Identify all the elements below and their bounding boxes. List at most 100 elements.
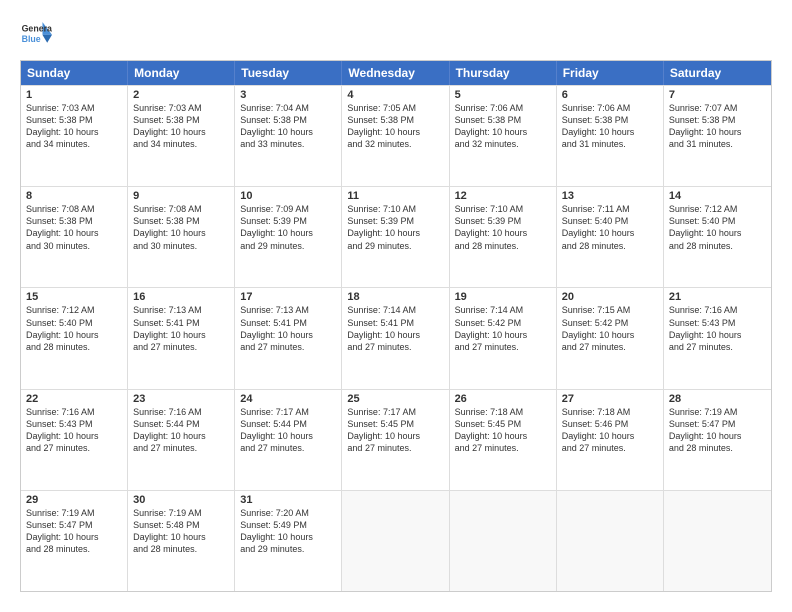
- table-row: 25Sunrise: 7:17 AM Sunset: 5:45 PM Dayli…: [342, 390, 449, 490]
- day-number: 3: [240, 89, 336, 101]
- table-row: 23Sunrise: 7:16 AM Sunset: 5:44 PM Dayli…: [128, 390, 235, 490]
- calendar-row-3: 15Sunrise: 7:12 AM Sunset: 5:40 PM Dayli…: [21, 287, 771, 388]
- day-number: 6: [562, 89, 658, 101]
- day-info: Sunrise: 7:10 AM Sunset: 5:39 PM Dayligh…: [347, 203, 443, 252]
- calendar-row-4: 22Sunrise: 7:16 AM Sunset: 5:43 PM Dayli…: [21, 389, 771, 490]
- table-row: 30Sunrise: 7:19 AM Sunset: 5:48 PM Dayli…: [128, 491, 235, 591]
- table-row: 15Sunrise: 7:12 AM Sunset: 5:40 PM Dayli…: [21, 288, 128, 388]
- day-number: 17: [240, 291, 336, 303]
- day-info: Sunrise: 7:03 AM Sunset: 5:38 PM Dayligh…: [133, 102, 229, 151]
- table-row: 18Sunrise: 7:14 AM Sunset: 5:41 PM Dayli…: [342, 288, 449, 388]
- header-saturday: Saturday: [664, 61, 771, 85]
- day-number: 30: [133, 494, 229, 506]
- calendar-row-5: 29Sunrise: 7:19 AM Sunset: 5:47 PM Dayli…: [21, 490, 771, 591]
- day-number: 1: [26, 89, 122, 101]
- day-number: 27: [562, 393, 658, 405]
- svg-text:Blue: Blue: [22, 34, 41, 44]
- table-row: 11Sunrise: 7:10 AM Sunset: 5:39 PM Dayli…: [342, 187, 449, 287]
- day-number: 9: [133, 190, 229, 202]
- day-info: Sunrise: 7:18 AM Sunset: 5:45 PM Dayligh…: [455, 406, 551, 455]
- day-info: Sunrise: 7:05 AM Sunset: 5:38 PM Dayligh…: [347, 102, 443, 151]
- table-row: 27Sunrise: 7:18 AM Sunset: 5:46 PM Dayli…: [557, 390, 664, 490]
- table-row: 4Sunrise: 7:05 AM Sunset: 5:38 PM Daylig…: [342, 86, 449, 186]
- day-info: Sunrise: 7:04 AM Sunset: 5:38 PM Dayligh…: [240, 102, 336, 151]
- day-number: 16: [133, 291, 229, 303]
- day-info: Sunrise: 7:19 AM Sunset: 5:47 PM Dayligh…: [26, 507, 122, 556]
- day-number: 15: [26, 291, 122, 303]
- day-info: Sunrise: 7:06 AM Sunset: 5:38 PM Dayligh…: [455, 102, 551, 151]
- table-row: 14Sunrise: 7:12 AM Sunset: 5:40 PM Dayli…: [664, 187, 771, 287]
- day-info: Sunrise: 7:16 AM Sunset: 5:44 PM Dayligh…: [133, 406, 229, 455]
- header-wednesday: Wednesday: [342, 61, 449, 85]
- day-number: 12: [455, 190, 551, 202]
- calendar-row-2: 8Sunrise: 7:08 AM Sunset: 5:38 PM Daylig…: [21, 186, 771, 287]
- day-info: Sunrise: 7:13 AM Sunset: 5:41 PM Dayligh…: [133, 304, 229, 353]
- day-number: 31: [240, 494, 336, 506]
- header: General Blue: [20, 20, 772, 48]
- day-info: Sunrise: 7:14 AM Sunset: 5:42 PM Dayligh…: [455, 304, 551, 353]
- header-thursday: Thursday: [450, 61, 557, 85]
- day-number: 2: [133, 89, 229, 101]
- day-number: 14: [669, 190, 766, 202]
- day-info: Sunrise: 7:12 AM Sunset: 5:40 PM Dayligh…: [669, 203, 766, 252]
- table-row: 13Sunrise: 7:11 AM Sunset: 5:40 PM Dayli…: [557, 187, 664, 287]
- day-number: 21: [669, 291, 766, 303]
- table-row: 9Sunrise: 7:08 AM Sunset: 5:38 PM Daylig…: [128, 187, 235, 287]
- table-row: 10Sunrise: 7:09 AM Sunset: 5:39 PM Dayli…: [235, 187, 342, 287]
- day-info: Sunrise: 7:13 AM Sunset: 5:41 PM Dayligh…: [240, 304, 336, 353]
- day-info: Sunrise: 7:16 AM Sunset: 5:43 PM Dayligh…: [669, 304, 766, 353]
- table-row: 3Sunrise: 7:04 AM Sunset: 5:38 PM Daylig…: [235, 86, 342, 186]
- day-number: 20: [562, 291, 658, 303]
- table-row: 16Sunrise: 7:13 AM Sunset: 5:41 PM Dayli…: [128, 288, 235, 388]
- day-number: 5: [455, 89, 551, 101]
- day-number: 28: [669, 393, 766, 405]
- day-info: Sunrise: 7:10 AM Sunset: 5:39 PM Dayligh…: [455, 203, 551, 252]
- table-row: 28Sunrise: 7:19 AM Sunset: 5:47 PM Dayli…: [664, 390, 771, 490]
- day-number: 24: [240, 393, 336, 405]
- table-row: 6Sunrise: 7:06 AM Sunset: 5:38 PM Daylig…: [557, 86, 664, 186]
- table-row: 7Sunrise: 7:07 AM Sunset: 5:38 PM Daylig…: [664, 86, 771, 186]
- day-number: 22: [26, 393, 122, 405]
- table-row: [664, 491, 771, 591]
- day-info: Sunrise: 7:12 AM Sunset: 5:40 PM Dayligh…: [26, 304, 122, 353]
- table-row: 20Sunrise: 7:15 AM Sunset: 5:42 PM Dayli…: [557, 288, 664, 388]
- table-row: 21Sunrise: 7:16 AM Sunset: 5:43 PM Dayli…: [664, 288, 771, 388]
- table-row: 26Sunrise: 7:18 AM Sunset: 5:45 PM Dayli…: [450, 390, 557, 490]
- day-info: Sunrise: 7:20 AM Sunset: 5:49 PM Dayligh…: [240, 507, 336, 556]
- table-row: 31Sunrise: 7:20 AM Sunset: 5:49 PM Dayli…: [235, 491, 342, 591]
- table-row: 19Sunrise: 7:14 AM Sunset: 5:42 PM Dayli…: [450, 288, 557, 388]
- table-row: [342, 491, 449, 591]
- header-sunday: Sunday: [21, 61, 128, 85]
- day-info: Sunrise: 7:09 AM Sunset: 5:39 PM Dayligh…: [240, 203, 336, 252]
- day-info: Sunrise: 7:15 AM Sunset: 5:42 PM Dayligh…: [562, 304, 658, 353]
- logo: General Blue: [20, 20, 52, 48]
- day-number: 7: [669, 89, 766, 101]
- calendar: Sunday Monday Tuesday Wednesday Thursday…: [20, 60, 772, 592]
- calendar-body: 1Sunrise: 7:03 AM Sunset: 5:38 PM Daylig…: [21, 85, 771, 591]
- day-info: Sunrise: 7:03 AM Sunset: 5:38 PM Dayligh…: [26, 102, 122, 151]
- day-number: 18: [347, 291, 443, 303]
- day-number: 23: [133, 393, 229, 405]
- day-number: 13: [562, 190, 658, 202]
- table-row: 8Sunrise: 7:08 AM Sunset: 5:38 PM Daylig…: [21, 187, 128, 287]
- day-info: Sunrise: 7:17 AM Sunset: 5:44 PM Dayligh…: [240, 406, 336, 455]
- calendar-header: Sunday Monday Tuesday Wednesday Thursday…: [21, 61, 771, 85]
- day-number: 19: [455, 291, 551, 303]
- table-row: 12Sunrise: 7:10 AM Sunset: 5:39 PM Dayli…: [450, 187, 557, 287]
- page: General Blue Sunday Monday Tuesday Wedne…: [0, 0, 792, 612]
- day-info: Sunrise: 7:17 AM Sunset: 5:45 PM Dayligh…: [347, 406, 443, 455]
- logo-icon: General Blue: [20, 20, 52, 48]
- day-number: 11: [347, 190, 443, 202]
- day-number: 4: [347, 89, 443, 101]
- day-number: 25: [347, 393, 443, 405]
- table-row: 22Sunrise: 7:16 AM Sunset: 5:43 PM Dayli…: [21, 390, 128, 490]
- day-info: Sunrise: 7:16 AM Sunset: 5:43 PM Dayligh…: [26, 406, 122, 455]
- day-info: Sunrise: 7:06 AM Sunset: 5:38 PM Dayligh…: [562, 102, 658, 151]
- day-info: Sunrise: 7:18 AM Sunset: 5:46 PM Dayligh…: [562, 406, 658, 455]
- table-row: 24Sunrise: 7:17 AM Sunset: 5:44 PM Dayli…: [235, 390, 342, 490]
- svg-text:General: General: [22, 24, 52, 34]
- day-info: Sunrise: 7:07 AM Sunset: 5:38 PM Dayligh…: [669, 102, 766, 151]
- day-info: Sunrise: 7:08 AM Sunset: 5:38 PM Dayligh…: [133, 203, 229, 252]
- day-number: 26: [455, 393, 551, 405]
- table-row: [557, 491, 664, 591]
